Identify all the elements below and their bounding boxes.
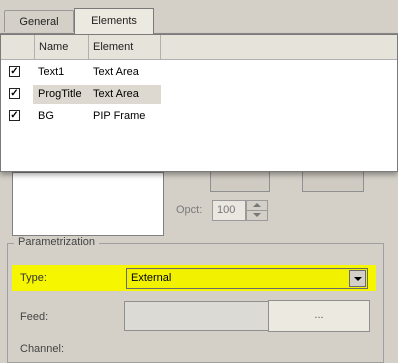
- column-header-name[interactable]: Name: [35, 35, 89, 59]
- element-name: BG: [38, 110, 54, 122]
- feed-browse-button[interactable]: ...: [268, 300, 370, 332]
- feed-field[interactable]: [124, 301, 270, 331]
- column-header-element[interactable]: Element: [89, 35, 161, 59]
- secondary-list[interactable]: [12, 172, 164, 236]
- elements-list[interactable]: Name Element ✓ Text1 Text Area ✓ ProgTit…: [0, 34, 398, 172]
- type-dropdown[interactable]: External: [126, 268, 368, 289]
- opacity-spinner[interactable]: [246, 200, 268, 221]
- visibility-checkbox[interactable]: ✓: [9, 88, 20, 99]
- tab-general[interactable]: General: [4, 10, 74, 32]
- dropdown-button[interactable]: [349, 270, 366, 287]
- list-header: Name Element: [1, 35, 397, 60]
- opacity-field[interactable]: 100: [212, 200, 246, 221]
- type-dropdown-value: External: [131, 272, 172, 284]
- list-item[interactable]: ✓ ProgTitle Text Area: [1, 84, 397, 105]
- element-name: ProgTitle: [38, 88, 82, 100]
- element-name: Text1: [38, 66, 65, 78]
- visibility-checkbox[interactable]: ✓: [9, 110, 20, 121]
- column-header-check[interactable]: [1, 35, 35, 59]
- element-type: PIP Frame: [93, 110, 146, 122]
- opacity-label: Opct:: [176, 204, 203, 216]
- chevron-down-icon: [253, 213, 261, 217]
- visibility-checkbox[interactable]: ✓: [9, 66, 20, 77]
- spin-down-button[interactable]: [247, 211, 267, 220]
- chevron-down-icon: [354, 277, 362, 281]
- spin-up-button[interactable]: [247, 201, 267, 211]
- chevron-up-icon: [253, 203, 261, 207]
- feed-label: Feed:: [20, 311, 49, 323]
- element-type: Text Area: [93, 66, 139, 78]
- channel-label: Channel:: [20, 343, 65, 355]
- parametrization-legend: Parametrization: [14, 236, 100, 248]
- tab-elements[interactable]: Elements: [74, 8, 154, 34]
- hidden-field-a[interactable]: [210, 170, 270, 192]
- hidden-field-b[interactable]: [302, 170, 364, 192]
- type-label: Type:: [20, 272, 47, 284]
- element-type: Text Area: [93, 88, 139, 100]
- list-item[interactable]: ✓ Text1 Text Area: [1, 62, 397, 83]
- list-item[interactable]: ✓ BG PIP Frame: [1, 106, 397, 127]
